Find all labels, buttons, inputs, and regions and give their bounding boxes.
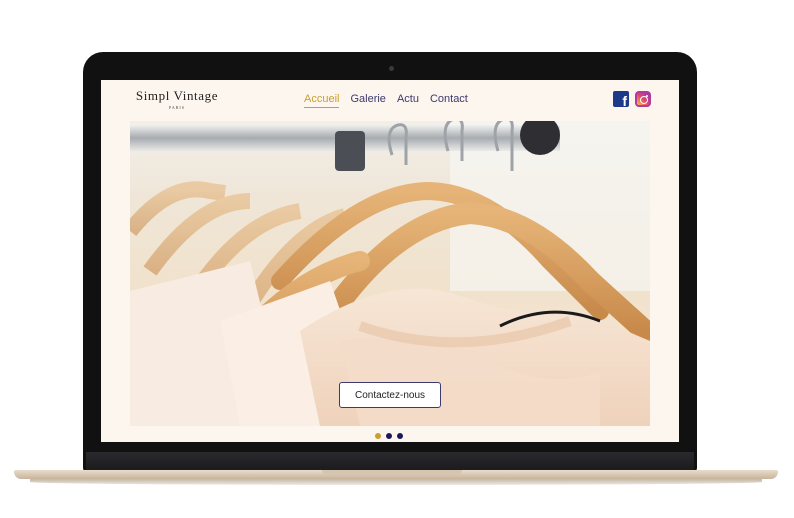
carousel-dot-1[interactable] <box>375 433 381 439</box>
main-nav: Accueil Galerie Actu Contact <box>304 93 468 108</box>
carousel-dot-3[interactable] <box>397 433 403 439</box>
brand-name: Simpl Vintage <box>135 88 219 103</box>
webcam <box>389 66 394 71</box>
brand-logo[interactable]: Simpl Vintage PARIS <box>129 88 225 110</box>
website-screen: Simpl Vintage PARIS Accueil Galerie Actu… <box>101 80 679 442</box>
carousel-indicators <box>375 433 403 439</box>
facebook-icon[interactable]: f <box>613 91 629 109</box>
laptop-shadow <box>30 479 762 485</box>
nav-actu[interactable]: Actu <box>397 93 419 108</box>
facebook-glyph: f <box>622 93 627 109</box>
nav-accueil[interactable]: Accueil <box>304 93 340 108</box>
brand-city: PARIS <box>169 105 185 110</box>
nav-galerie[interactable]: Galerie <box>350 93 385 108</box>
instagram-icon[interactable] <box>635 91 651 107</box>
carousel-dot-2[interactable] <box>386 433 392 439</box>
laptop-bezel-chin <box>86 452 694 472</box>
nav-contact[interactable]: Contact <box>430 93 468 108</box>
contact-button[interactable]: Contactez-nous <box>339 382 441 408</box>
clothes-on-hangers-illustration <box>130 121 650 426</box>
laptop-notch <box>322 470 462 475</box>
hero-image <box>130 121 650 426</box>
social-links: f <box>613 91 651 109</box>
